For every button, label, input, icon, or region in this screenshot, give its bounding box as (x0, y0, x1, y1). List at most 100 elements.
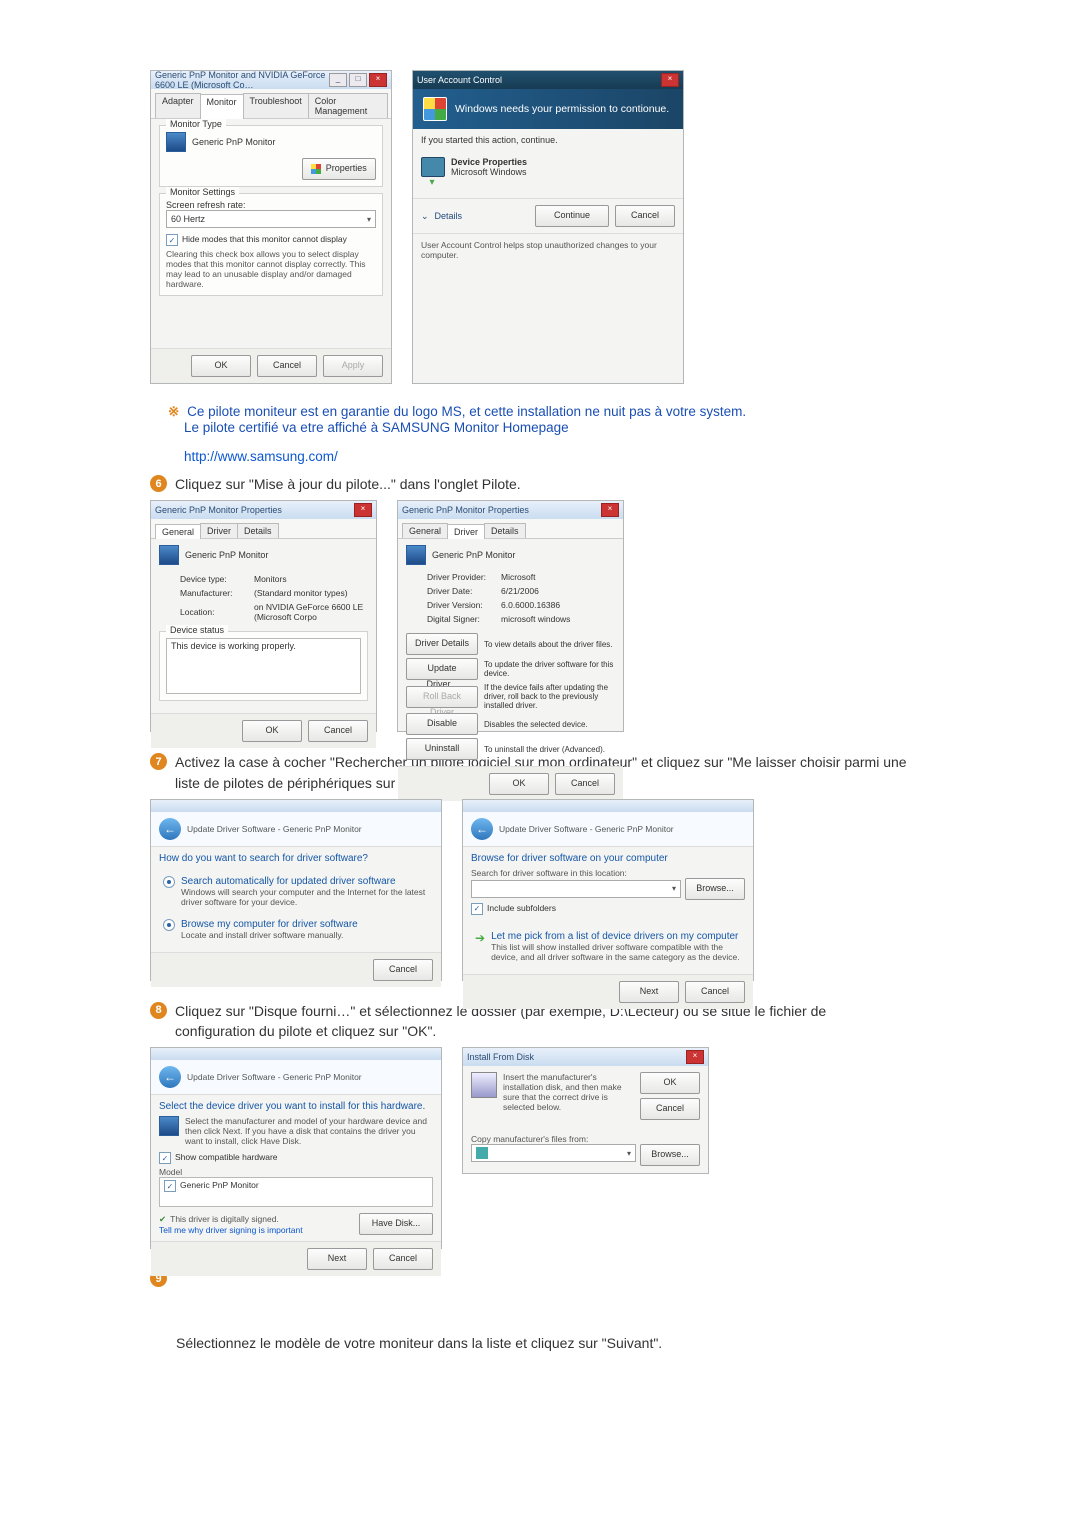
properties-button[interactable]: Properties (302, 158, 376, 180)
device-status-box: This device is working properly. (166, 638, 361, 694)
tab-strip: Adapter Monitor Troubleshoot Color Manag… (151, 89, 391, 119)
close-icon[interactable]: × (354, 503, 372, 517)
include-subfolders-checkbox[interactable]: ✓ Include subfolders (471, 903, 745, 915)
update-wizard-select-device: ← Update Driver Software - Generic PnP M… (150, 1047, 442, 1249)
step-9-text: Sélectionnez le modèle de votre moniteur… (176, 1333, 910, 1353)
wizard-question: How do you want to search for driver sof… (159, 853, 433, 864)
browse-button[interactable]: Browse... (640, 1144, 700, 1166)
opt-pick-from-list[interactable]: ➔ Let me pick from a list of device driv… (471, 925, 745, 968)
step-bullet: 8 (150, 1002, 167, 1019)
browse-button[interactable]: Browse... (685, 878, 745, 900)
uac-program-name: Device Properties (451, 157, 527, 167)
uac-headline-bar: Windows needs your permission to contion… (413, 89, 683, 129)
uac-instruction: If you started this action, continue. (421, 135, 675, 145)
cancel-button[interactable]: Cancel (640, 1098, 700, 1120)
close-icon[interactable]: × (661, 73, 679, 87)
refresh-rate-select[interactable]: 60 Hertz ▾ (166, 210, 376, 228)
cancel-button[interactable]: Cancel (555, 773, 615, 795)
monitor-prop-general-dialog: Generic PnP Monitor Properties × General… (150, 500, 377, 732)
close-icon[interactable]: × (601, 503, 619, 517)
dialog-titlebar: Generic PnP Monitor and NVIDIA GeForce 6… (151, 71, 391, 89)
arrow-down-icon (421, 177, 443, 188)
apply-button[interactable]: Apply (323, 355, 383, 377)
show-compatible-checkbox[interactable]: ✓ Show compatible hardware (159, 1152, 433, 1164)
continue-button[interactable]: Continue (535, 205, 609, 227)
monitor-settings-label: Monitor Settings (166, 187, 239, 197)
back-icon[interactable]: ← (159, 818, 181, 840)
cancel-button[interactable]: Cancel (615, 205, 675, 227)
monitor-properties-dialog: Generic PnP Monitor and NVIDIA GeForce 6… (150, 70, 392, 384)
monitor-icon (166, 132, 186, 152)
tab-troubleshoot[interactable]: Troubleshoot (243, 93, 309, 118)
tab-driver[interactable]: Driver (447, 524, 485, 539)
uac-footer: User Account Control helps stop unauthor… (421, 240, 675, 260)
radio-icon (163, 876, 175, 888)
uac-titlebar: User Account Control × (413, 71, 683, 89)
ok-button[interactable]: OK (640, 1072, 700, 1094)
checkbox-icon: ✓ (159, 1152, 171, 1164)
tab-general[interactable]: General (155, 524, 201, 539)
back-icon[interactable]: ← (159, 1066, 181, 1088)
uac-title: User Account Control (417, 75, 502, 85)
details-expander[interactable]: ⌄ Details (421, 211, 462, 222)
driver-details-button[interactable]: Driver Details (406, 633, 478, 655)
tab-details[interactable]: Details (237, 523, 279, 538)
min-icon[interactable]: _ (329, 73, 347, 87)
cancel-button[interactable]: Cancel (685, 981, 745, 1003)
step-6-text: Cliquez sur "Mise à jour du pilote..." d… (175, 474, 521, 494)
tab-adapter[interactable]: Adapter (155, 93, 201, 118)
cancel-button[interactable]: Cancel (308, 720, 368, 742)
chevron-down-icon: ▾ (627, 1149, 631, 1158)
back-icon[interactable]: ← (471, 818, 493, 840)
close-icon[interactable]: × (686, 1050, 704, 1064)
arrow-right-icon: ➔ (475, 931, 485, 945)
uac-publisher: Microsoft Windows (451, 167, 527, 177)
step-bullet: 6 (150, 475, 167, 492)
install-from-disk-dialog: Install From Disk × Insert the manufactu… (462, 1047, 709, 1174)
monitor-icon (159, 1116, 179, 1136)
ok-button[interactable]: OK (489, 773, 549, 795)
monitor-icon (406, 545, 426, 565)
update-wizard-browse: ← Update Driver Software - Generic PnP M… (462, 799, 754, 981)
hide-modes-checkbox[interactable]: ✓ Hide modes that this monitor cannot di… (166, 234, 376, 246)
drive-icon (476, 1147, 488, 1159)
disable-button[interactable]: Disable (406, 713, 478, 735)
copy-from-select[interactable]: ▾ (471, 1144, 636, 1162)
max-icon[interactable]: □ (349, 73, 367, 87)
uninstall-button[interactable]: Uninstall (406, 738, 478, 760)
chevron-down-icon: ▾ (367, 215, 371, 224)
ok-button[interactable]: OK (191, 355, 251, 377)
cancel-button[interactable]: Cancel (257, 355, 317, 377)
rollback-driver-button[interactable]: Roll Back Driver (406, 686, 478, 708)
next-button[interactable]: Next (619, 981, 679, 1003)
tab-general[interactable]: General (402, 523, 448, 538)
checkbox-icon: ✓ (471, 903, 483, 915)
signing-link[interactable]: Tell me why driver signing is important (159, 1225, 303, 1235)
note-block: ※ Ce pilote moniteur est en garantie du … (168, 404, 910, 464)
tab-details[interactable]: Details (484, 523, 526, 538)
checkbox-icon: ✓ (166, 234, 178, 246)
have-disk-button[interactable]: Have Disk... (359, 1213, 433, 1235)
dialog-title: Generic PnP Monitor and NVIDIA GeForce 6… (155, 70, 329, 90)
update-wizard-search: ← Update Driver Software - Generic PnP M… (150, 799, 442, 981)
update-driver-button[interactable]: Update Driver... (406, 658, 478, 680)
tab-driver[interactable]: Driver (200, 523, 238, 538)
uac-headline: Windows needs your permission to contion… (455, 103, 669, 115)
signed-icon: ✔ (159, 1214, 166, 1225)
chevron-down-icon: ⌄ (421, 211, 429, 222)
model-listbox[interactable]: ✓Generic PnP Monitor (159, 1177, 433, 1207)
cancel-button[interactable]: Cancel (373, 959, 433, 981)
samsung-link[interactable]: http://www.samsung.com/ (184, 449, 338, 464)
tab-color-management[interactable]: Color Management (308, 93, 388, 118)
ok-button[interactable]: OK (242, 720, 302, 742)
cancel-button[interactable]: Cancel (373, 1248, 433, 1270)
next-button[interactable]: Next (307, 1248, 367, 1270)
tab-monitor[interactable]: Monitor (200, 94, 244, 119)
uac-dialog: User Account Control × Windows needs you… (412, 70, 684, 384)
chevron-down-icon: ▾ (672, 884, 676, 893)
opt-browse-computer[interactable]: Browse my computer for driver software L… (159, 913, 433, 946)
opt-search-auto[interactable]: Search automatically for updated driver … (159, 870, 433, 913)
location-select[interactable]: ▾ (471, 880, 681, 898)
disk-icon (471, 1072, 497, 1098)
close-icon[interactable]: × (369, 73, 387, 87)
